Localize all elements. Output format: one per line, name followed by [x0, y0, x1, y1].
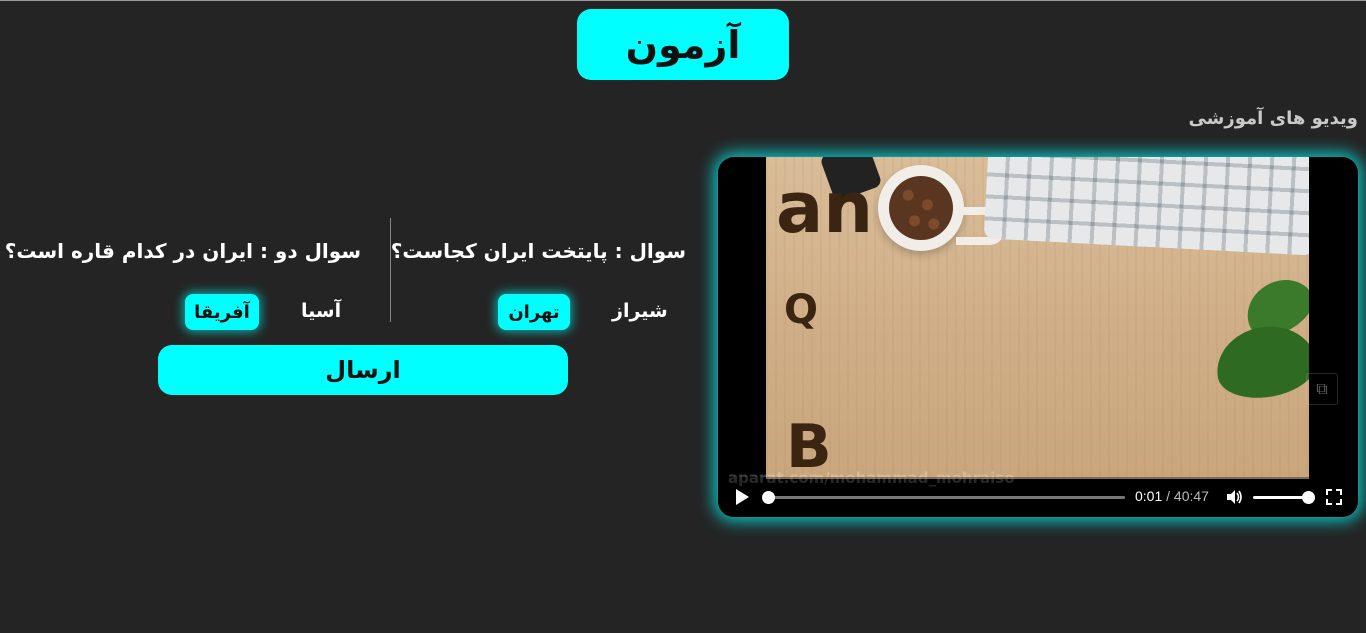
top-border: [0, 0, 1366, 1]
time-display: 0:01 / 40:47: [1135, 488, 1209, 504]
video-controls: 0:01 / 40:47: [718, 477, 1358, 517]
volume-knob[interactable]: [1302, 491, 1315, 504]
submit-button[interactable]: ارسال: [158, 345, 568, 395]
question-2-option-asia[interactable]: آسیا: [301, 300, 341, 322]
progress-bar[interactable]: [762, 491, 1125, 504]
volume-icon[interactable]: [1225, 488, 1243, 506]
fullscreen-icon[interactable]: [1325, 488, 1343, 506]
question-1-option-shiraz[interactable]: شیراز: [612, 300, 668, 322]
page-title: آزمون: [577, 9, 789, 80]
volume-slider[interactable]: [1253, 491, 1315, 504]
question-divider: [390, 218, 391, 322]
play-icon[interactable]: [736, 489, 749, 505]
question-2-option-africa[interactable]: آفریقا: [185, 294, 259, 330]
video-player[interactable]: an Q B aparat.com/mohammad_mohraiso ⧉ 0:…: [718, 157, 1358, 517]
current-time: 0:01: [1135, 488, 1163, 504]
progress-knob[interactable]: [762, 491, 776, 504]
coffee-cup-image: [878, 165, 964, 251]
question-1-text: سوال : پایتخت ایران کجاست؟: [390, 239, 686, 263]
section-label-videos: ویدیو های آموزشی: [1188, 108, 1358, 129]
video-frame[interactable]: an Q B: [766, 157, 1309, 479]
keyboard-image: [983, 157, 1309, 256]
duration: 40:47: [1173, 488, 1209, 504]
picture-in-picture-icon[interactable]: ⧉: [1306, 373, 1338, 405]
question-1-option-tehran[interactable]: تهران: [498, 294, 570, 330]
question-2-text: سوال دو : ایران در کدام قاره است؟: [4, 239, 361, 263]
animated-letters: an: [776, 167, 874, 249]
